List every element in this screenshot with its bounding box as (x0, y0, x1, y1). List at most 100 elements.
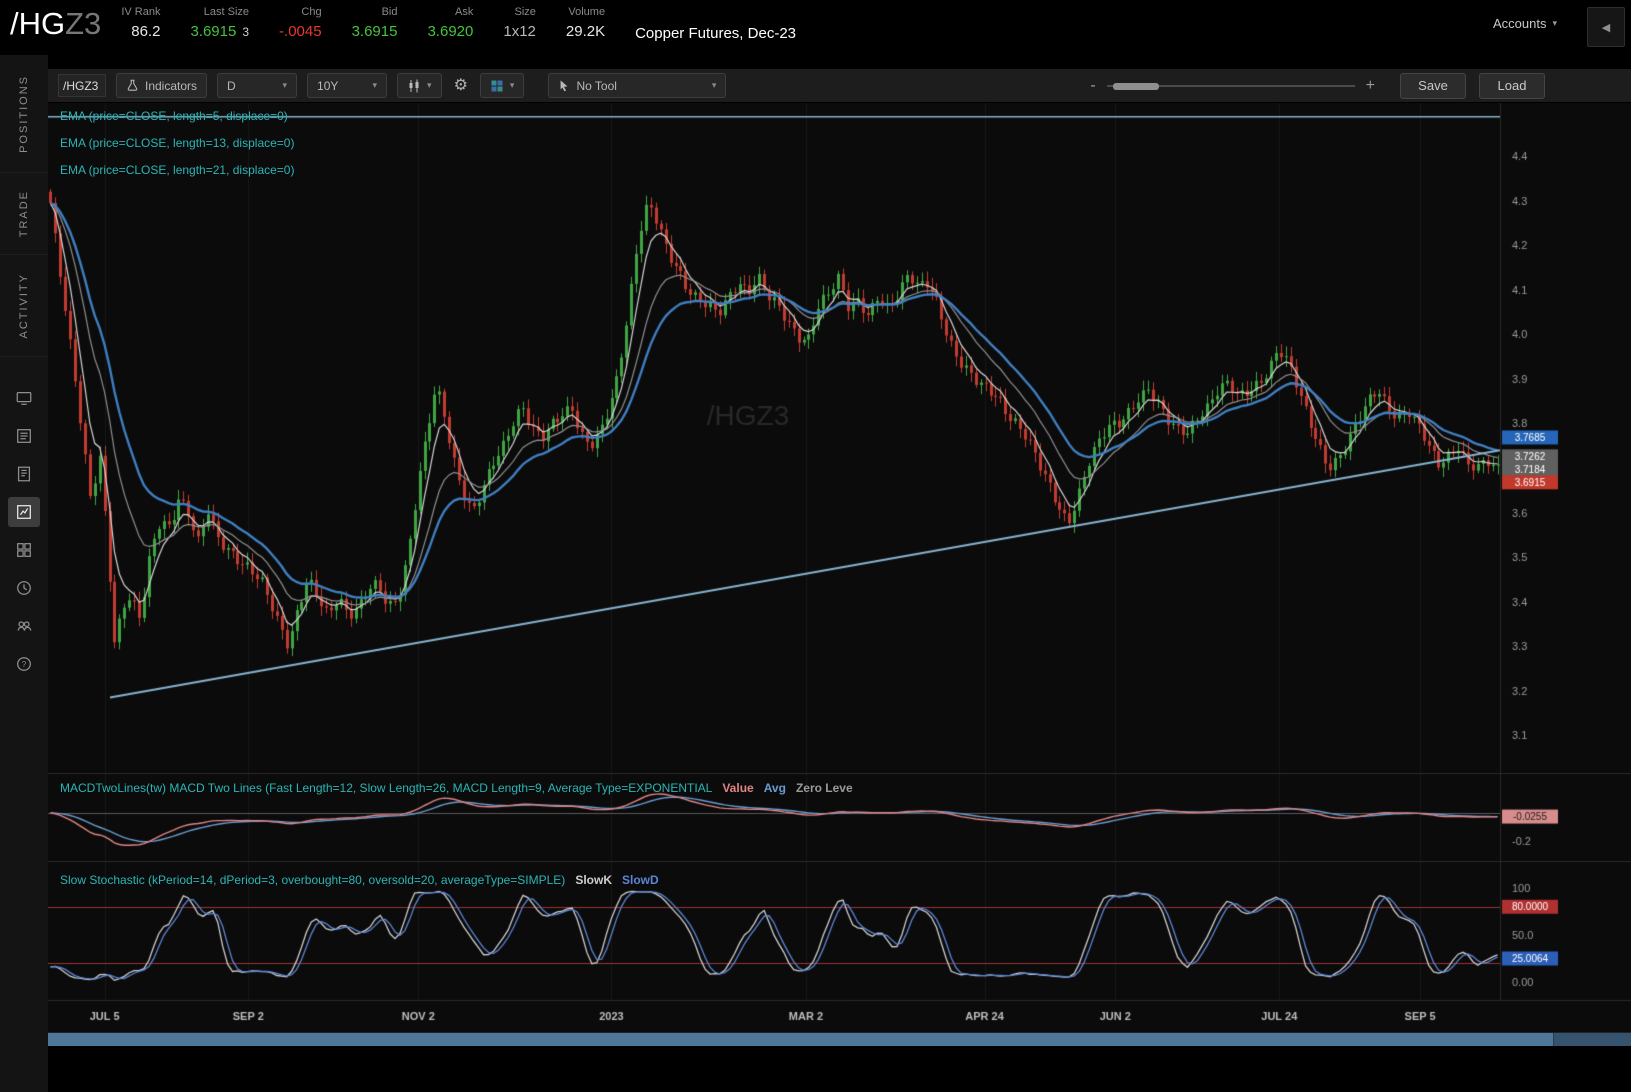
zoom-slider[interactable] (1107, 77, 1355, 95)
chart-area: EMA (price=CLOSE, length=5, displace=0) … (48, 103, 1631, 1032)
time-scrollbar[interactable] (48, 1032, 1631, 1046)
stat-value: 1x12 (503, 23, 536, 40)
ledger-icon[interactable] (8, 459, 40, 489)
study-label-macd[interactable]: MACDTwoLines(tw) MACD Two Lines (Fast Le… (60, 781, 853, 795)
trading-app: /HGZ3 IV Rank 86.2 Last Size 3.6915 3 Ch… (0, 0, 1631, 1092)
stat-value: 29.2K (566, 23, 605, 40)
stat-size: Size 1x12 (503, 6, 536, 40)
load-button[interactable]: Load (1479, 73, 1545, 99)
stat-bid: Bid 3.6915 (352, 6, 398, 40)
range-dropdown[interactable]: 10Y ▾ (307, 73, 387, 98)
timeframe-dropdown[interactable]: D ▾ (217, 73, 297, 98)
plus-icon: + (1366, 77, 1375, 94)
range-value: 10Y (317, 79, 338, 93)
macd-avg-plot-label: Avg (764, 781, 786, 795)
chevron-down-icon: ▾ (510, 80, 515, 91)
stat-label: Chg (301, 6, 321, 18)
symbol-root: /HG (10, 6, 65, 41)
gear-icon: ⚙ (454, 77, 468, 94)
collapse-panel-button[interactable]: ◀ (1587, 7, 1625, 47)
clock-icon[interactable] (8, 573, 40, 603)
sidebar-tab-trade[interactable]: TRADE (0, 173, 48, 255)
load-label: Load (1498, 78, 1527, 93)
left-sidebar: POSITIONS TRADE ACTIVITY (0, 55, 48, 1092)
symbol-input[interactable] (58, 74, 106, 97)
stat-label: Volume (568, 6, 605, 18)
stat-chg: Chg -.0045 (279, 6, 322, 40)
zoom-controls: - + Save Load (1088, 73, 1545, 99)
stat-label: Last Size (204, 6, 249, 18)
chart-toolbar: Indicators D ▾ 10Y ▾ ▾ ⚙ ▾ No Tool ▾ - (48, 69, 1631, 103)
macd-value-plot-label: Value (722, 781, 753, 795)
time-scrollbar-right-cap (1553, 1033, 1631, 1046)
stat-label: Ask (455, 6, 473, 18)
stoch-slowk-plot-label: SlowK (575, 873, 612, 887)
indicators-button[interactable]: Indicators (116, 73, 207, 98)
grid-layout-dropdown[interactable]: ▾ (480, 73, 525, 98)
help-icon[interactable]: ? (8, 649, 40, 679)
tab-label: ACTIVITY (18, 273, 30, 339)
cursor-icon (558, 79, 570, 92)
stat-value: 86.2 (131, 23, 160, 40)
stat-label: Size (514, 6, 535, 18)
chevron-down-icon: ▾ (283, 80, 288, 91)
sidebar-tab-activity[interactable]: ACTIVITY (0, 255, 48, 357)
watchlist-icon[interactable] (8, 421, 40, 451)
symbol-title: /HGZ3 (10, 6, 101, 42)
zoom-out-button[interactable]: - (1088, 78, 1097, 94)
stat-value: 3.6920 (427, 23, 473, 40)
chart-icon[interactable] (8, 497, 40, 527)
macd-zero-plot-label: Zero Leve (796, 781, 853, 795)
flask-icon (126, 79, 139, 92)
sidebar-tab-positions[interactable]: POSITIONS (0, 55, 48, 173)
zoom-slider-handle[interactable] (1113, 83, 1159, 90)
minus-icon: - (1090, 77, 1095, 94)
stat-last-size: Last Size 3.6915 3 (190, 6, 249, 40)
stat-last-trade-size: 3 (242, 25, 249, 39)
users-icon[interactable] (8, 611, 40, 641)
chevron-down-icon: ▾ (1552, 18, 1557, 29)
stoch-study-title: Slow Stochastic (kPeriod=14, dPeriod=3, … (60, 873, 565, 887)
study-label-ema21[interactable]: EMA (price=CLOSE, length=21, displace=0) (60, 163, 294, 177)
chart-canvas[interactable] (48, 103, 1631, 1032)
chart-settings-button[interactable]: ⚙ (452, 78, 470, 94)
study-label-stochastic[interactable]: Slow Stochastic (kPeriod=14, dPeriod=3, … (60, 873, 659, 887)
chevron-down-icon: ▾ (427, 80, 432, 91)
study-label-ema5[interactable]: EMA (price=CLOSE, length=5, displace=0) (60, 109, 288, 123)
grid-icon[interactable] (8, 535, 40, 565)
quote-header: /HGZ3 IV Rank 86.2 Last Size 3.6915 3 Ch… (0, 0, 1631, 55)
macd-study-title: MACDTwoLines(tw) MACD Two Lines (Fast Le… (60, 781, 712, 795)
stat-label: Bid (382, 6, 398, 18)
time-scrollbar-thumb[interactable] (48, 1033, 1553, 1046)
save-label: Save (1418, 78, 1448, 93)
tab-label: POSITIONS (18, 75, 30, 153)
stat-label: IV Rank (121, 6, 160, 18)
instrument-description: Copper Futures, Dec-23 (635, 25, 796, 42)
drawing-tool-label: No Tool (576, 79, 616, 93)
grid-layout-icon (490, 79, 504, 93)
stat-iv-rank: IV Rank 86.2 (121, 6, 160, 40)
chevron-down-icon: ▾ (712, 80, 717, 91)
indicators-label: Indicators (145, 79, 197, 93)
accounts-label: Accounts (1493, 16, 1546, 31)
study-label-ema13[interactable]: EMA (price=CLOSE, length=13, displace=0) (60, 136, 294, 150)
drawing-tool-dropdown[interactable]: No Tool ▾ (548, 73, 726, 98)
symbol-contract: Z3 (65, 6, 101, 41)
timeframe-value: D (227, 79, 236, 93)
stat-value: 3.6915 (352, 23, 398, 40)
save-button[interactable]: Save (1400, 73, 1466, 99)
collapse-left-icon: ◀ (1602, 21, 1610, 34)
accounts-dropdown[interactable]: Accounts ▾ (1493, 16, 1557, 31)
chart-style-dropdown[interactable]: ▾ (397, 73, 442, 98)
stoch-slowd-plot-label: SlowD (622, 873, 659, 887)
chevron-down-icon: ▾ (373, 80, 378, 91)
stat-value: 3.6915 (190, 23, 236, 40)
tv-icon[interactable] (8, 383, 40, 413)
stat-value: -.0045 (279, 23, 322, 40)
stat-volume: Volume 29.2K (566, 6, 605, 40)
tab-label: TRADE (18, 190, 30, 237)
candlestick-icon (407, 79, 421, 93)
stat-ask: Ask 3.6920 (427, 6, 473, 40)
svg-text:?: ? (22, 660, 27, 669)
zoom-in-button[interactable]: + (1364, 78, 1377, 94)
